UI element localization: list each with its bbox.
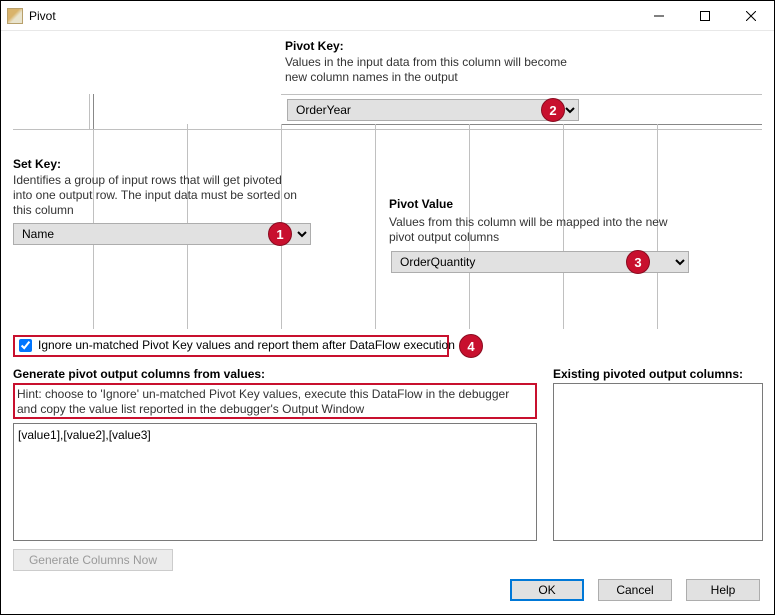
existing-columns-label: Existing pivoted output columns: <box>553 367 743 381</box>
pivot-key-desc1: Values in the input data from this colum… <box>285 55 567 71</box>
pivot-value-desc2: pivot output columns <box>389 230 499 246</box>
generate-hint-line1: Hint: choose to 'Ignore' un-matched Pivo… <box>17 387 509 403</box>
annotation-badge-2: 2 <box>541 98 565 122</box>
set-key-label: Set Key: <box>13 157 61 171</box>
generate-values-textarea[interactable]: [value1],[value2],[value3] <box>13 423 537 541</box>
dialog-button-bar: OK Cancel Help <box>1 566 774 614</box>
generate-hint-line2: and copy the value list reported in the … <box>17 402 364 418</box>
pivot-key-label: Pivot Key: <box>285 39 344 53</box>
window-title: Pivot <box>29 9 64 23</box>
app-icon <box>7 8 23 24</box>
ignore-unmatched-checkbox[interactable] <box>19 339 32 352</box>
pivot-key-desc2: new column names in the output <box>285 70 458 86</box>
existing-columns-listbox[interactable] <box>553 383 763 541</box>
minimize-button[interactable] <box>636 1 682 31</box>
set-key-desc3: this column <box>13 203 74 219</box>
close-button[interactable] <box>728 1 774 31</box>
cancel-button[interactable]: Cancel <box>598 579 672 601</box>
annotation-badge-3: 3 <box>626 250 650 274</box>
ok-button[interactable]: OK <box>510 579 584 601</box>
maximize-button[interactable] <box>682 1 728 31</box>
pivot-layout-grid: Pivot Key: Values in the input data from… <box>13 39 762 329</box>
generate-columns-label: Generate pivot output columns from value… <box>13 367 265 381</box>
pivot-value-desc1: Values from this column will be mapped i… <box>389 215 668 231</box>
title-bar: Pivot <box>1 1 774 31</box>
annotation-badge-1: 1 <box>268 222 292 246</box>
annotation-badge-4: 4 <box>459 334 483 358</box>
pivot-key-select[interactable]: OrderYear <box>287 99 579 121</box>
set-key-select[interactable]: Name <box>13 223 311 245</box>
set-key-desc1: Identifies a group of input rows that wi… <box>13 173 282 189</box>
set-key-desc2: into one output row. The input data must… <box>13 188 297 204</box>
pivot-value-label: Pivot Value <box>389 197 453 211</box>
ignore-unmatched-label: Ignore un-matched Pivot Key values and r… <box>38 338 455 352</box>
help-button[interactable]: Help <box>686 579 760 601</box>
